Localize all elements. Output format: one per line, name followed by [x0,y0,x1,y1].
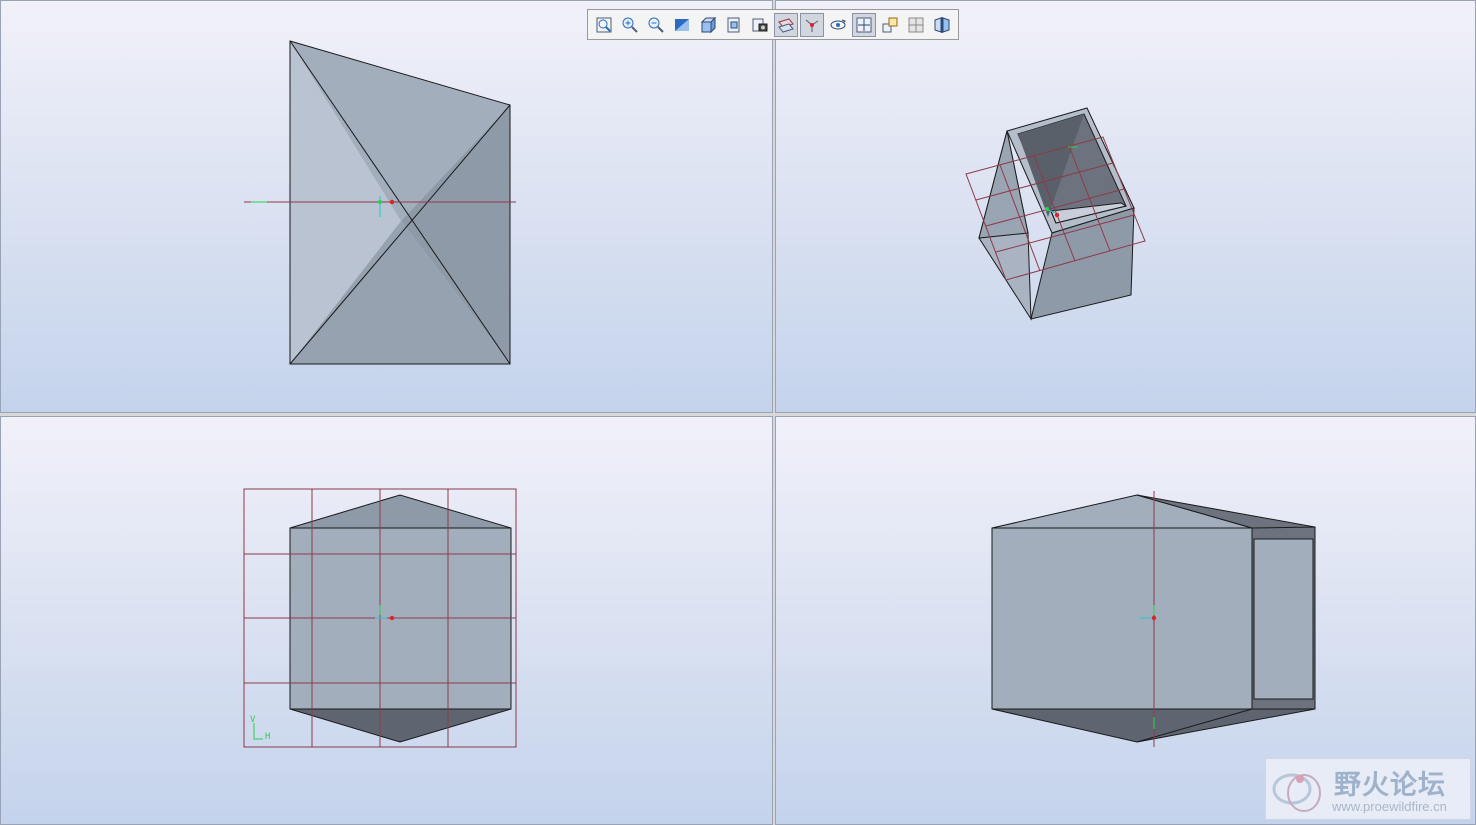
annotation-display-icon [882,17,898,32]
view-manager-button[interactable] [748,13,772,37]
top-view-model [243,488,517,748]
datum-planes-icon [778,17,794,33]
zoom-in-button[interactable] [618,13,642,37]
zoom-out-button[interactable] [644,13,668,37]
saved-views-button[interactable] [722,13,746,37]
spin-center-button[interactable] [826,13,850,37]
datum-planes-toggle[interactable] [774,12,798,37]
zoom-in-icon [622,17,638,33]
origin-point [1151,615,1157,621]
coordinate-systems-icon [856,17,872,32]
coordinate-systems-toggle[interactable] [852,12,876,37]
sketch-view-button[interactable] [930,13,954,37]
origin-point [389,199,395,205]
view-axis-indicator [253,723,263,740]
axis-label-h: H [265,732,271,742]
forum-watermark: 野火论坛 www.proewildfire.cn [1265,758,1471,820]
viewport-top[interactable]: V H [0,416,773,825]
view-toolbar [587,9,959,40]
zoom-out-icon [648,17,664,33]
watermark-url: www.proewildfire.cn [1332,799,1447,814]
multi-view-icon [908,17,924,32]
datum-axes-toggle[interactable] [800,12,824,37]
sketch-view-icon [934,16,950,33]
view-manager-icon [752,18,768,31]
viewport-front[interactable] [0,0,773,413]
refit-button[interactable] [592,13,616,37]
front-view-model [244,40,516,365]
spin-center-icon [830,19,846,29]
annotation-display-button[interactable] [878,13,902,37]
refit-icon [596,17,612,32]
isometric-view-model [965,107,1146,321]
origin-point [389,615,395,621]
viewport-isometric[interactable] [775,0,1476,413]
repaint-button[interactable] [670,13,694,37]
forum-logo-icon [1272,773,1321,812]
axis-label-v: V [250,715,256,725]
multi-view-button[interactable] [904,13,928,37]
datum-axes-icon [805,19,819,32]
repaint-icon [675,18,689,31]
saved-views-icon [727,17,740,32]
display-style-icon [700,16,717,33]
origin-point [1054,212,1060,218]
watermark-title: 野火论坛 [1334,770,1446,801]
display-style-button[interactable] [696,13,720,37]
